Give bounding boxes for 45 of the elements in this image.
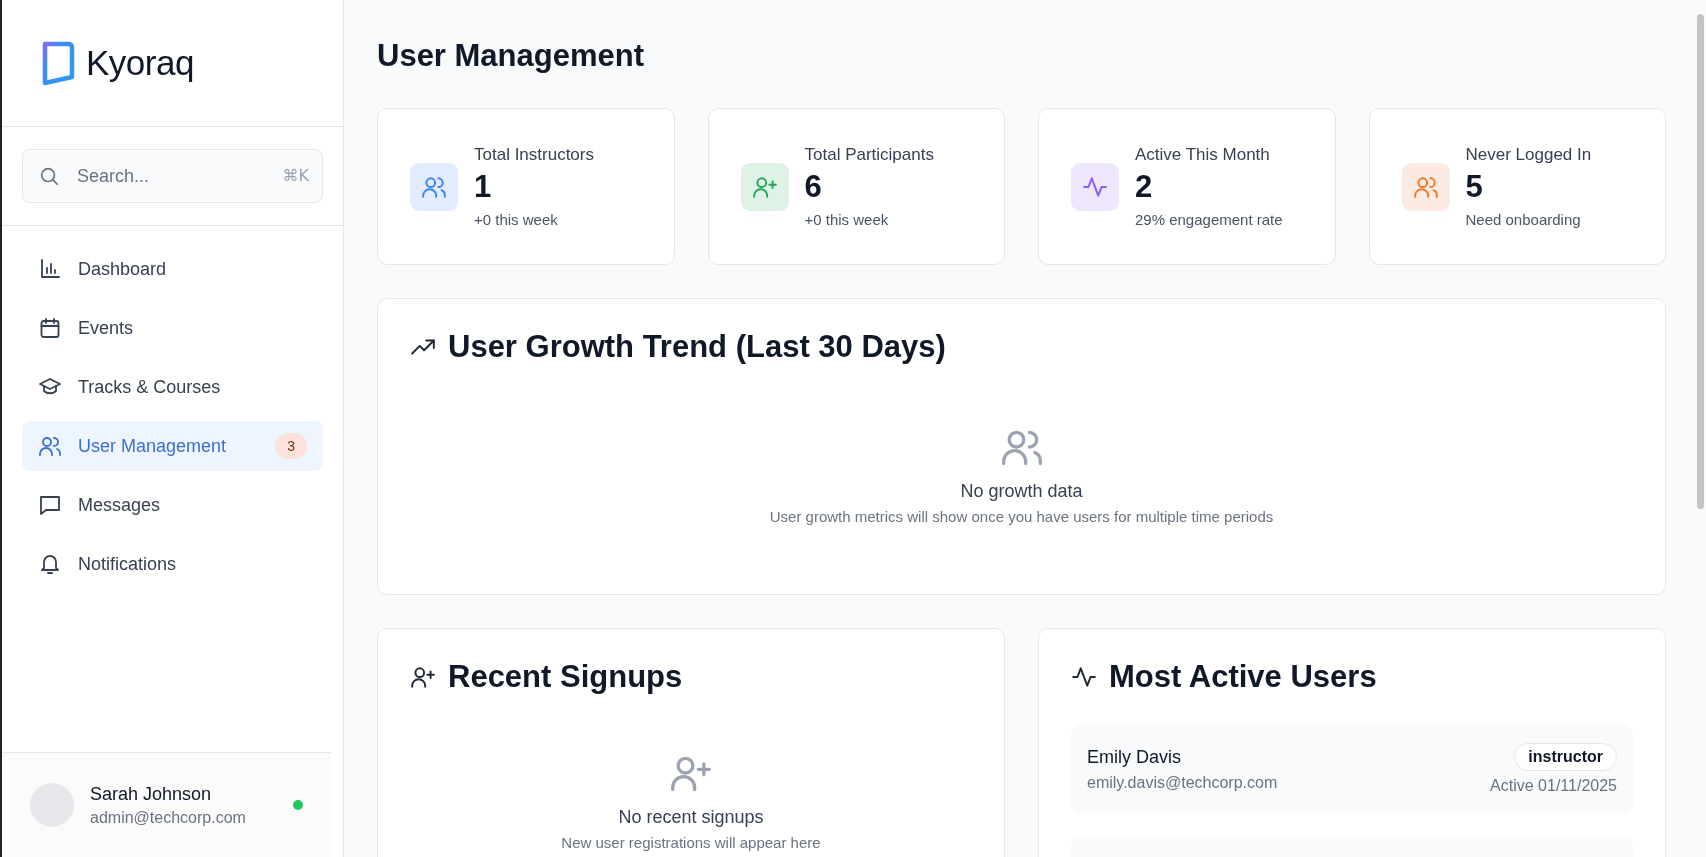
card-title: Recent Signups bbox=[448, 659, 683, 695]
stat-note: +0 this week bbox=[804, 211, 890, 228]
empty-title: No growth data bbox=[960, 481, 1083, 502]
nav-item[interactable]: Events bbox=[22, 303, 323, 353]
nav-item[interactable]: Messages bbox=[22, 480, 323, 530]
nav-item[interactable]: Notifications bbox=[22, 539, 323, 589]
user-name: Sarah Johnson bbox=[90, 783, 213, 805]
user-email: admin@techcorp.com bbox=[90, 808, 247, 827]
search-icon bbox=[38, 165, 60, 187]
shortcut-hint: ⌘K bbox=[282, 166, 309, 185]
empty-text: New user registrations will appear here bbox=[561, 834, 821, 851]
stat-note: Need onboarding bbox=[1465, 211, 1582, 228]
stat-value: 6 bbox=[804, 169, 823, 205]
last-active: Active 01/11/2025 bbox=[1490, 777, 1617, 795]
user-row[interactable]: Emily Davis emily.davis@techcorp.com instructor Active 01/11/2025 bbox=[1071, 723, 1633, 815]
stat-note: +0 this week bbox=[474, 211, 559, 228]
brand-name: Kyoraq bbox=[86, 43, 194, 83]
user-name: Emily Davis bbox=[1087, 746, 1182, 768]
card-title: Most Active Users bbox=[1109, 659, 1377, 695]
card-title: User Growth Trend (Last 30 Days) bbox=[448, 329, 946, 365]
bar-chart-icon bbox=[38, 257, 62, 281]
nav-item[interactable]: Dashboard bbox=[22, 244, 323, 294]
scrollbar[interactable] bbox=[1697, 14, 1704, 509]
empty-text: User growth metrics will show once you have users for multiple time periods bbox=[769, 508, 1274, 525]
empty-title: No recent signups bbox=[618, 807, 764, 828]
bell-icon bbox=[38, 552, 62, 576]
nav-item[interactable]: Tracks & Courses bbox=[22, 362, 323, 412]
role-tag: instructor bbox=[1514, 743, 1617, 771]
stat-label: Total Instructors bbox=[474, 145, 594, 165]
add-user-icon bbox=[410, 664, 436, 690]
count-badge: 3 bbox=[275, 433, 307, 459]
stat-label: Never Logged In bbox=[1465, 145, 1592, 165]
chat-icon bbox=[38, 493, 62, 517]
stat-label: Total Participants bbox=[804, 145, 934, 165]
stat-value: 5 bbox=[1465, 169, 1484, 205]
calendar-icon bbox=[38, 316, 62, 340]
user-email: emily.davis@techcorp.com bbox=[1087, 773, 1278, 792]
nav-item[interactable]: User Management 3 bbox=[22, 421, 323, 471]
pulse-icon bbox=[1071, 664, 1097, 690]
stat-value: 1 bbox=[474, 169, 493, 205]
stat-note: 29% engagement rate bbox=[1135, 211, 1283, 228]
users-icon bbox=[38, 434, 62, 458]
stat-label: Active This Month bbox=[1135, 145, 1271, 165]
stat-value: 2 bbox=[1135, 169, 1154, 205]
page-title: User Management bbox=[377, 38, 646, 74]
